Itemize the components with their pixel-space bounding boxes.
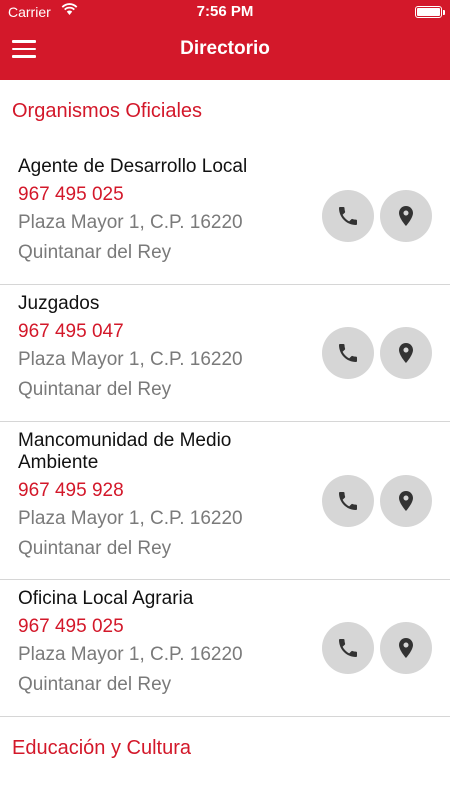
map-pin-icon [399,206,413,226]
entry-name: Juzgados [18,293,100,314]
phone-icon [339,344,357,362]
entry-name: Agente de Desarrollo Local [18,156,248,177]
battery-fill [417,8,440,16]
phone-icon [339,639,357,657]
entry-actions [322,190,432,242]
battery-tip [443,10,445,15]
hamburger-menu-icon[interactable] [12,40,36,60]
section-header-organismos: Organismos Oficiales [12,100,203,122]
list-item[interactable]: Mancomunidad de Medio Ambiente 967 495 9… [0,422,450,580]
map-pin-icon [399,343,413,363]
page-title: Directorio [180,38,270,59]
entry-city: Quintanar del Rey [18,538,172,559]
call-button[interactable] [322,474,374,527]
location-button[interactable] [380,190,432,242]
entry-name: Mancomunidad de Medio Ambiente [18,430,232,473]
entry-city: Quintanar del Rey [18,379,172,400]
list-item[interactable]: Juzgados 967 495 047 Plaza Mayor 1, C.P.… [0,285,450,422]
call-button[interactable] [322,622,374,674]
location-button[interactable] [380,327,432,379]
map-pin-icon [399,490,413,511]
phone-icon [339,491,357,510]
entry-actions [322,622,432,674]
location-button[interactable] [380,622,432,674]
phone-icon [339,207,357,225]
entry-city: Quintanar del Rey [18,674,172,695]
status-bar: Carrier 7:56 PM [0,0,450,24]
list-item[interactable]: Oficina Local Agraria 967 495 025 Plaza … [0,580,450,717]
call-button[interactable] [322,327,374,379]
entry-actions [322,327,432,379]
entry-city: Quintanar del Rey [18,242,172,263]
section-header-educacion: Educación y Cultura [12,737,191,759]
map-pin-icon [399,638,413,658]
navigation-bar: Carrier 7:56 PM Directorio [0,0,450,80]
entry-actions [322,474,432,527]
entry-name: Oficina Local Agraria [18,588,194,609]
location-button[interactable] [380,474,432,527]
list-item[interactable]: Agente de Desarrollo Local 967 495 025 P… [0,148,450,285]
clock: 7:56 PM [196,3,254,20]
battery-icon [415,6,445,18]
directory-list[interactable]: Organismos Oficiales Agente de Desarroll… [0,80,450,800]
call-button[interactable] [322,190,374,242]
